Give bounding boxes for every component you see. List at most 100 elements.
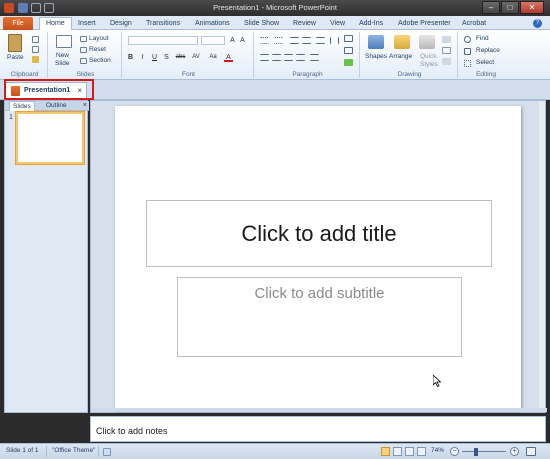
align-text-icon[interactable] [344, 47, 353, 54]
cut-icon[interactable] [32, 36, 39, 43]
subtitle-placeholder[interactable]: Click to add subtitle [177, 277, 462, 357]
tab-slide-show[interactable]: Slide Show [244, 18, 279, 30]
close-button[interactable]: ✕ [520, 1, 544, 14]
status-bar: Slide 1 of 1 "Office Theme" 74% − + [0, 443, 550, 459]
reset-button[interactable]: Reset [89, 46, 106, 53]
font-group: A A B I U S abc AV Aa A Font [124, 32, 254, 78]
grow-font-button[interactable]: A [228, 36, 237, 45]
status-separator [46, 446, 47, 457]
slide-show-view-button[interactable] [417, 447, 426, 456]
vertical-scrollbar[interactable] [539, 101, 545, 412]
italic-button[interactable]: I [138, 53, 147, 62]
select-icon [464, 60, 471, 67]
reset-icon [80, 47, 87, 53]
tab-adobe-presenter[interactable]: Adobe Presenter [398, 18, 451, 30]
zoom-out-button[interactable]: − [450, 447, 459, 456]
tab-design[interactable]: Design [110, 18, 132, 30]
zoom-in-button[interactable]: + [510, 447, 519, 456]
replace-button[interactable]: Replace [476, 47, 500, 54]
minimize-button[interactable]: – [482, 1, 500, 14]
paste-icon[interactable] [8, 34, 22, 52]
justify-icon[interactable] [296, 54, 305, 61]
new-slide-icon[interactable] [56, 35, 72, 48]
zoom-level[interactable]: 74% [431, 447, 444, 454]
slide-sorter-view-button[interactable] [393, 447, 402, 456]
tab-animations[interactable]: Animations [195, 18, 230, 30]
tab-outline[interactable]: Outline [43, 101, 70, 111]
spell-check-icon[interactable] [103, 448, 111, 456]
underline-button[interactable]: U [150, 53, 159, 62]
title-placeholder[interactable]: Click to add title [146, 200, 492, 267]
arrange-button[interactable]: Arrange [389, 53, 412, 60]
shrink-font-button[interactable]: A [238, 36, 247, 45]
slide-thumbnail-number: 1 [9, 114, 13, 121]
bold-button[interactable]: B [126, 53, 135, 62]
paste-button[interactable]: Paste [7, 54, 24, 61]
char-spacing-button[interactable]: AV [190, 53, 202, 62]
quick-styles-button-line2[interactable]: Styles [420, 61, 438, 68]
paragraph-group: Paragraph [256, 32, 360, 78]
change-case-button[interactable]: Aa [207, 53, 219, 62]
font-family-combo[interactable] [128, 36, 198, 45]
align-right-icon[interactable] [284, 54, 293, 61]
slide-canvas[interactable]: Click to add title Click to add subtitle [115, 106, 521, 410]
arrange-icon[interactable] [394, 35, 410, 49]
section-button[interactable]: Section [89, 57, 111, 64]
layout-button[interactable]: Layout [89, 35, 109, 42]
align-center-icon[interactable] [272, 54, 281, 61]
select-button[interactable]: Select [476, 59, 494, 66]
font-color-button[interactable]: A [224, 53, 233, 62]
tab-add-ins[interactable]: Add-Ins [359, 18, 383, 30]
line-spacing-icon[interactable] [316, 37, 325, 44]
zoom-slider[interactable] [462, 451, 506, 452]
new-slide-button[interactable]: New [56, 52, 69, 59]
format-painter-icon[interactable] [32, 56, 39, 63]
normal-view-button[interactable] [381, 447, 390, 456]
editing-label: Editing [476, 71, 496, 78]
shapes-button[interactable]: Shapes [365, 53, 387, 60]
columns-layout-icon[interactable] [310, 54, 319, 61]
shadow-button[interactable]: S [162, 53, 171, 62]
font-label: Font [181, 71, 195, 78]
smartart-icon[interactable] [344, 59, 353, 66]
text-direction-icon[interactable] [344, 35, 353, 42]
shapes-icon[interactable] [368, 35, 384, 49]
maximize-button[interactable]: □ [501, 1, 519, 14]
shape-fill-icon[interactable] [442, 36, 451, 43]
numbering-icon[interactable] [274, 37, 283, 44]
decrease-indent-icon[interactable] [290, 37, 299, 44]
columns-icon[interactable] [330, 37, 339, 44]
copy-icon[interactable] [32, 46, 39, 53]
strikethrough-button[interactable]: abc [174, 53, 187, 62]
tab-home[interactable]: Home [39, 17, 72, 31]
tab-transitions[interactable]: Transitions [146, 18, 180, 30]
paragraph-label: Paragraph [292, 71, 323, 78]
ribbon: Paste Clipboard New Slide Layout Reset S… [0, 30, 550, 80]
tab-acrobat[interactable]: Acrobat [462, 18, 486, 30]
shape-outline-icon[interactable] [442, 47, 451, 54]
new-slide-button-line2[interactable]: Slide [55, 60, 69, 67]
quick-styles-button[interactable]: Quick [420, 53, 437, 60]
notes-placeholder[interactable]: Click to add notes [96, 426, 168, 436]
tab-insert[interactable]: Insert [78, 18, 96, 30]
increase-indent-icon[interactable] [302, 37, 311, 44]
tab-review[interactable]: Review [293, 18, 316, 30]
find-button[interactable]: Find [476, 35, 489, 42]
help-icon[interactable]: ? [533, 19, 542, 28]
notes-pane[interactable]: Click to add notes [90, 416, 546, 442]
tab-view[interactable]: View [330, 18, 345, 30]
align-left-icon[interactable] [260, 54, 269, 61]
tab-slides[interactable]: Slides [9, 101, 35, 111]
file-tab[interactable]: File [3, 17, 33, 30]
theme-name[interactable]: "Office Theme" [52, 447, 95, 454]
reading-view-button[interactable] [405, 447, 414, 456]
drawing-group: Shapes Arrange Quick Styles Drawing [362, 32, 458, 78]
fit-to-window-icon[interactable] [526, 447, 536, 456]
zoom-slider-thumb[interactable] [474, 448, 478, 456]
bullets-icon[interactable] [260, 37, 269, 44]
font-size-combo[interactable] [201, 36, 225, 45]
shape-effects-icon[interactable] [442, 58, 451, 65]
quick-styles-icon[interactable] [419, 35, 435, 49]
slide-thumbnail[interactable] [16, 112, 84, 164]
pane-close-icon[interactable]: × [83, 101, 87, 111]
